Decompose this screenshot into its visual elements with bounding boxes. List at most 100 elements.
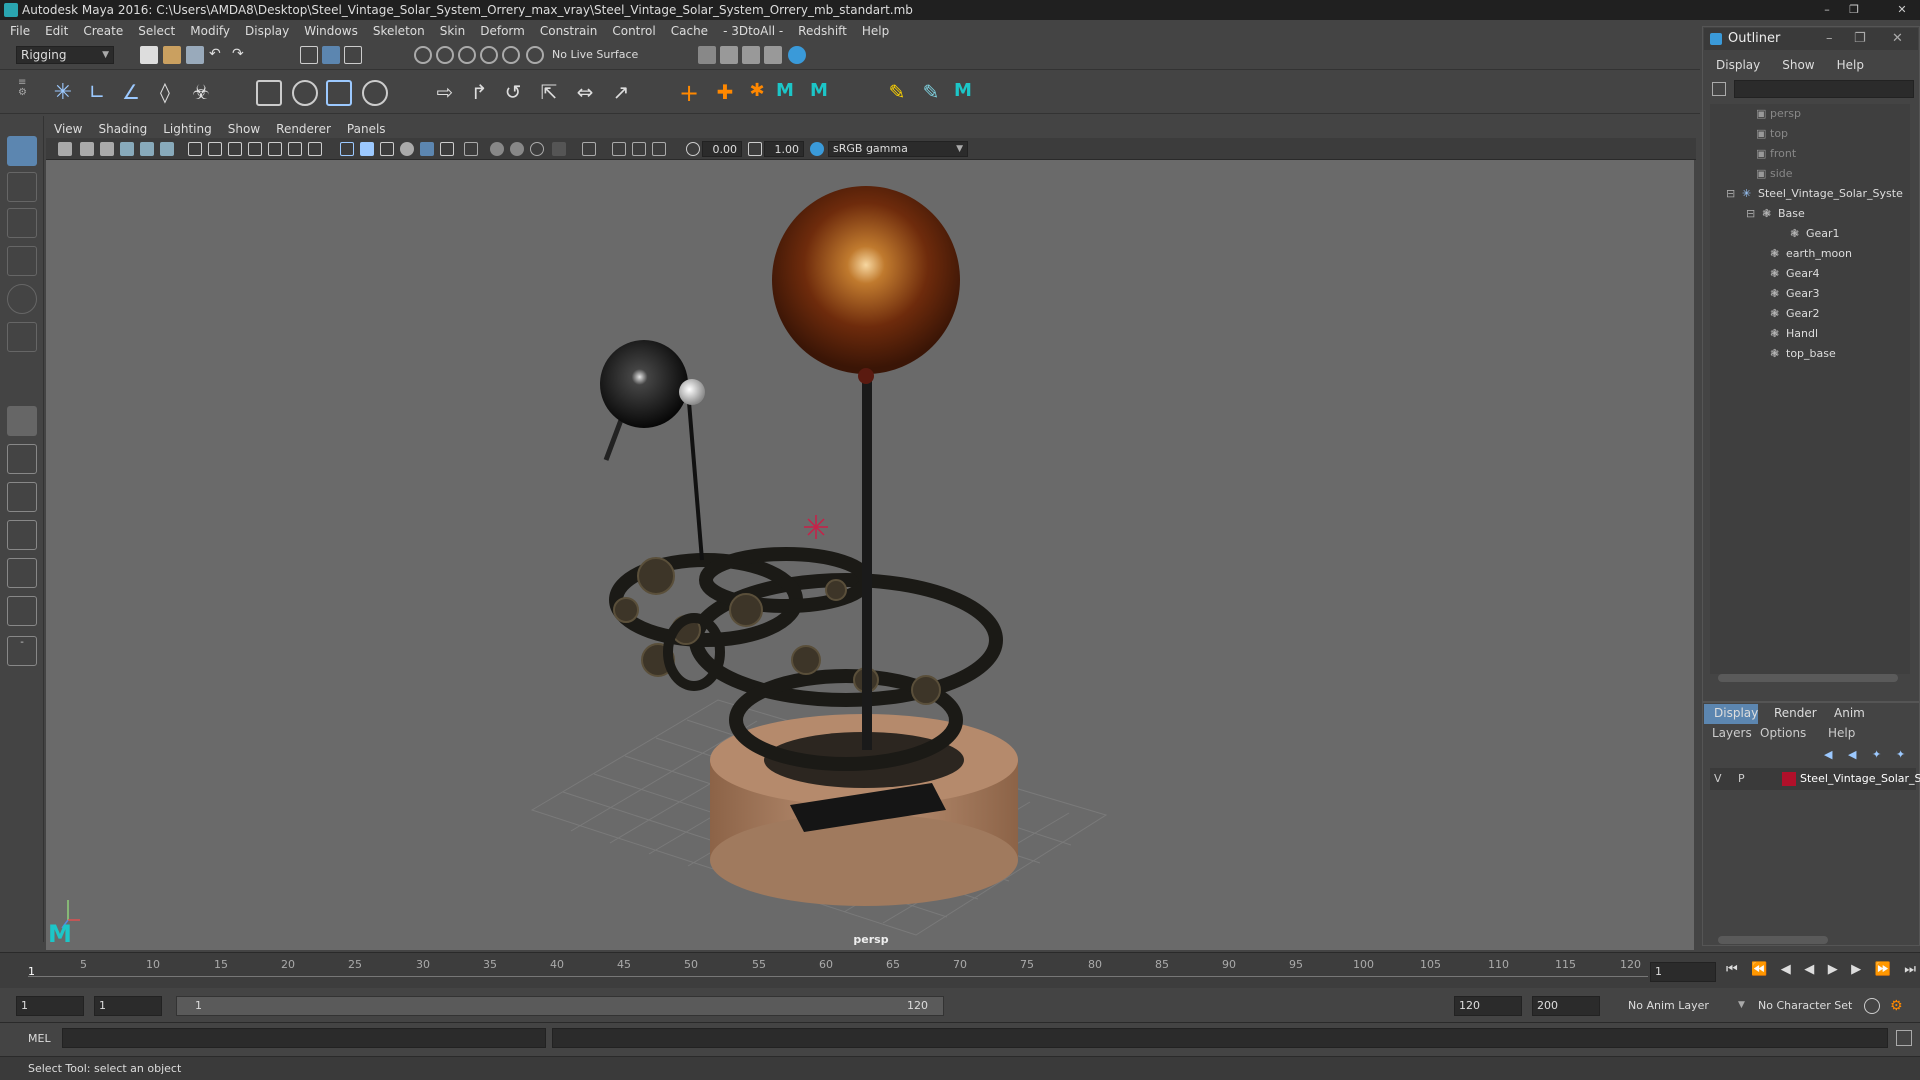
ik-handle-icon[interactable]: ∟ — [84, 80, 110, 106]
menu-display[interactable]: Display — [245, 24, 289, 38]
lattice-icon[interactable] — [326, 80, 352, 106]
go-to-start-icon[interactable]: ⏮ — [1726, 962, 1738, 982]
auto-key-icon[interactable] — [1864, 998, 1880, 1014]
panel-menu-shading[interactable]: Shading — [98, 122, 147, 136]
outliner-item-top[interactable]: ▣ top — [1756, 125, 1788, 143]
xray-active-icon[interactable] — [632, 142, 646, 156]
undo-icon[interactable]: ↶ — [209, 46, 227, 64]
paint-weights-icon[interactable] — [292, 80, 318, 106]
mode-select[interactable]: Rigging ▼ — [16, 46, 114, 64]
hik-character-icon[interactable]: ✱ — [744, 80, 770, 106]
hik-skeleton-icon[interactable]: ✚ — [712, 80, 738, 106]
hypershade-icon[interactable] — [788, 46, 806, 64]
locator-icon[interactable]: ☣ — [188, 80, 214, 106]
menu-skin[interactable]: Skin — [440, 24, 466, 38]
menu-edit[interactable]: Edit — [45, 24, 68, 38]
hypershade-layout-icon[interactable] — [7, 558, 37, 588]
collapse-icon[interactable]: ⊟ — [1726, 185, 1742, 203]
outliner-menu-help[interactable]: Help — [1837, 58, 1864, 72]
save-scene-icon[interactable] — [186, 46, 204, 64]
move-layer-down-icon[interactable]: ◀ — [1848, 748, 1856, 761]
more-layouts-icon[interactable]: - — [7, 636, 37, 666]
panel-menu-renderer[interactable]: Renderer — [276, 122, 331, 136]
layers-menu-layers[interactable]: Layers — [1712, 726, 1752, 740]
new-empty-layer-icon[interactable]: ✦ — [1872, 748, 1881, 761]
use-all-lights-icon[interactable] — [420, 142, 434, 156]
menu-redshift[interactable]: Redshift — [798, 24, 847, 38]
outliner-item-earth-moon[interactable]: ❃ earth_moon — [1770, 245, 1852, 263]
snap-curve-icon[interactable] — [436, 46, 454, 64]
x-ray-icon[interactable] — [464, 142, 478, 156]
start-time-field[interactable]: 1 — [16, 996, 84, 1016]
close-icon[interactable]: ✕ — [1892, 28, 1903, 50]
outliner-horizontal-scrollbar[interactable] — [1718, 674, 1898, 682]
menu-control[interactable]: Control — [612, 24, 655, 38]
menu-cache[interactable]: Cache — [671, 24, 708, 38]
snap-grid-icon[interactable] — [414, 46, 432, 64]
live-surface-label[interactable]: No Live Surface — [552, 46, 652, 64]
motion-blur-icon[interactable] — [510, 142, 524, 156]
step-forward-frame-icon[interactable]: ⏩ — [1875, 962, 1891, 982]
ik-spline-icon[interactable]: ∠ — [118, 80, 144, 106]
shadows-icon[interactable] — [440, 142, 454, 156]
select-components-icon[interactable] — [344, 46, 362, 64]
select-tool-icon[interactable] — [7, 136, 37, 166]
gate-mask-icon[interactable] — [248, 142, 262, 156]
tab-display[interactable]: Display — [1714, 706, 1758, 720]
grid-icon[interactable] — [188, 142, 202, 156]
panel-menu-lighting[interactable]: Lighting — [163, 122, 212, 136]
layer-horizontal-scrollbar[interactable] — [1718, 936, 1828, 944]
single-pane-layout-icon[interactable] — [7, 406, 37, 436]
character-set-select[interactable]: No Character Set — [1750, 996, 1860, 1016]
range-slider[interactable]: 1 120 — [176, 996, 944, 1016]
layers-menu-options[interactable]: Options — [1760, 726, 1806, 740]
menu-create[interactable]: Create — [83, 24, 123, 38]
outliner-item-handl[interactable]: ❃ Handl — [1770, 325, 1818, 343]
gamma-icon[interactable] — [748, 142, 762, 156]
script-editor-icon[interactable] — [1896, 1030, 1912, 1046]
redo-icon[interactable]: ↷ — [232, 46, 250, 64]
snap-surface-icon[interactable] — [502, 46, 520, 64]
new-scene-icon[interactable] — [140, 46, 158, 64]
paint-select-tool-icon[interactable] — [7, 208, 37, 238]
outliner-item-steel-vintage[interactable]: ⊟ ✳ Steel_Vintage_Solar_Syste — [1726, 185, 1903, 203]
snap-view-icon[interactable] — [480, 46, 498, 64]
safe-action-icon[interactable] — [288, 142, 302, 156]
outliner-search-input[interactable] — [1734, 80, 1914, 98]
layer-color-swatch[interactable] — [1782, 772, 1796, 786]
2d-pan-zoom-icon[interactable] — [140, 142, 154, 156]
paint-tool-icon[interactable]: ✎ — [884, 80, 910, 106]
persp-outliner-layout-icon[interactable] — [7, 482, 37, 512]
film-gate-icon[interactable] — [208, 142, 222, 156]
wireframe-on-shaded-icon[interactable] — [380, 142, 394, 156]
quick-rig-icon[interactable]: + — [676, 80, 702, 106]
restore-icon[interactable]: ❐ — [1854, 28, 1866, 50]
grease-pencil-icon[interactable] — [160, 142, 174, 156]
close-icon[interactable]: ✕ — [1893, 2, 1911, 17]
insert-joint-icon[interactable]: ◊ — [152, 80, 178, 106]
minimize-icon[interactable]: – — [1826, 28, 1833, 50]
persp-graph-layout-icon[interactable] — [7, 520, 37, 550]
outliner-item-front[interactable]: ▣ front — [1756, 145, 1796, 163]
anim-layer-select[interactable]: No Anim Layer — [1620, 996, 1740, 1016]
menu-skeleton[interactable]: Skeleton — [373, 24, 425, 38]
scale-tool-icon[interactable] — [7, 322, 37, 352]
menu-constrain[interactable]: Constrain — [540, 24, 598, 38]
ipr-render-icon[interactable] — [742, 46, 760, 64]
maya-m2-icon[interactable]: M — [806, 80, 832, 106]
ambient-occlusion-icon[interactable] — [490, 142, 504, 156]
tab-anim[interactable]: Anim — [1834, 706, 1865, 720]
step-forward-key-icon[interactable]: ▶ — [1851, 962, 1861, 982]
safe-title-icon[interactable] — [308, 142, 322, 156]
layer-name[interactable]: Steel_Vintage_Solar_Sy — [1800, 772, 1920, 785]
depth-of-field-icon[interactable] — [552, 142, 566, 156]
xray-joints-icon[interactable] — [612, 142, 626, 156]
outliner-item-gear3[interactable]: ❃ Gear3 — [1770, 285, 1820, 303]
viewport-persp[interactable]: persp M — [46, 160, 1694, 950]
play-forward-icon[interactable]: ▶ — [1828, 962, 1838, 982]
collapse-icon[interactable]: ⊟ — [1746, 205, 1762, 223]
field-chart-icon[interactable] — [268, 142, 282, 156]
playback-end-field[interactable]: 120 — [1454, 996, 1522, 1016]
constraint-aim-icon[interactable]: ↱ — [466, 80, 492, 106]
constraint-scale-icon[interactable]: ⇱ — [536, 80, 562, 106]
